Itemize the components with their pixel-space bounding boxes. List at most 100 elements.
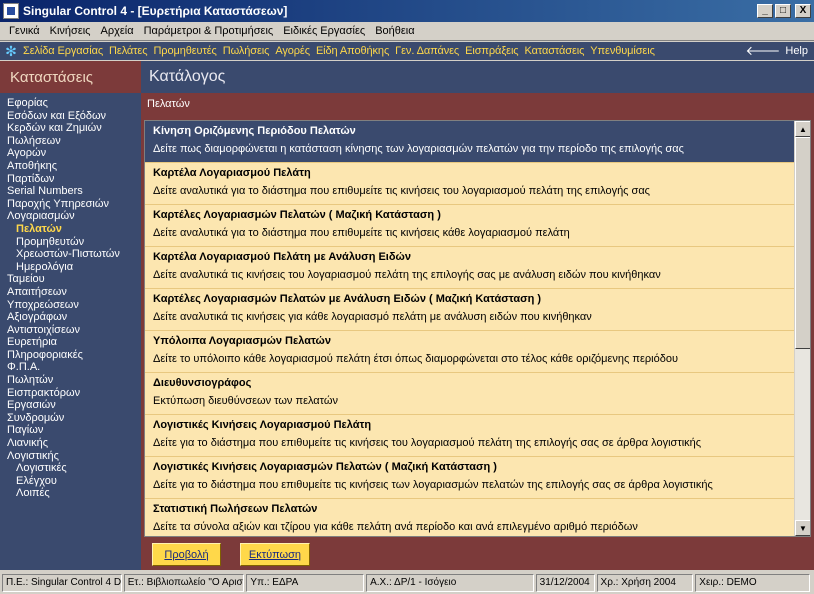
menu-help[interactable]: Βοήθεια bbox=[370, 25, 419, 37]
sidebar-item[interactable]: Πληροφοριακές bbox=[0, 349, 141, 362]
status-bar: Π.Ε.: Singular Control 4 DEM Ετ.: Βιβλιο… bbox=[0, 572, 814, 594]
sidebar-item[interactable]: Λογαριασμών bbox=[0, 210, 141, 223]
report-item[interactable]: Καρτέλες Λογαριασμών Πελατών ( Μαζική Κα… bbox=[145, 205, 794, 247]
sidebar-item[interactable]: Λοιπές bbox=[0, 487, 141, 500]
nav-reminders[interactable]: Υπενθυμίσεις bbox=[587, 45, 657, 57]
menu-general[interactable]: Γενικά bbox=[4, 25, 45, 37]
snowflake-icon[interactable]: ✻ bbox=[2, 42, 20, 60]
report-item[interactable]: Υπόλοιπα Λογαριασμών Πελατών Δείτε το υπό… bbox=[145, 331, 794, 373]
section-label: Πελατών bbox=[141, 93, 814, 115]
nav-purchases[interactable]: Αγορές bbox=[272, 45, 313, 57]
report-title: Καρτέλες Λογαριασμών Πελατών με Ανάλυση … bbox=[153, 293, 542, 305]
report-list: Κίνηση Οριζόμενης Περιόδου Πελατών Δείτε … bbox=[145, 121, 794, 536]
sidebar-list: Εφορίας Εσόδων και Εξόδων Κερδών και Ζημιώ… bbox=[0, 93, 141, 500]
report-description: Δείτε το υπόλοιπο κάθε λογαριασμού πελάτ… bbox=[153, 353, 678, 365]
sidebar-item[interactable]: Ημερολόγια bbox=[0, 261, 141, 274]
sidebar-item[interactable]: Λιανικής bbox=[0, 437, 141, 450]
sidebar-item[interactable]: Ταμείου bbox=[0, 273, 141, 286]
view-button[interactable]: Προβολή bbox=[152, 543, 221, 566]
view-button-label: Προβολή bbox=[164, 548, 209, 561]
report-title: Διευθυνσιογράφος bbox=[153, 377, 252, 389]
scroll-thumb[interactable] bbox=[795, 137, 810, 349]
sidebar-item[interactable]: Πωλήσεων bbox=[0, 135, 141, 148]
menu-movements[interactable]: Κινήσεις bbox=[45, 25, 96, 37]
report-title: Καρτέλα Λογαριασμού Πελάτη bbox=[153, 167, 311, 179]
report-title: Κίνηση Οριζόμενης Περιόδου Πελατών bbox=[153, 125, 356, 137]
sidebar-item[interactable]: Απαιτήσεων bbox=[0, 286, 141, 299]
sidebar-item[interactable]: Παγίων bbox=[0, 424, 141, 437]
sidebar-item[interactable]: Λογιστικές bbox=[0, 462, 141, 475]
report-description: Δείτε τα σύνολα αξιών και τζίρου για κάθ… bbox=[153, 521, 638, 533]
report-item[interactable]: Λογιστικές Κινήσεις Λογαριασμών Πελατών … bbox=[145, 457, 794, 499]
sidebar-item[interactable]: Κερδών και Ζημιών bbox=[0, 122, 141, 135]
vertical-scrollbar[interactable]: ▲ ▼ bbox=[794, 121, 810, 536]
sidebar-item[interactable]: Εισπρακτόρων bbox=[0, 387, 141, 400]
sidebar-item[interactable]: Προμηθευτών bbox=[0, 236, 141, 249]
menu-special-tasks[interactable]: Ειδικές Εργασίες bbox=[278, 25, 370, 37]
report-description: Δείτε για το διάστημα που επιθυμείτε τις… bbox=[153, 479, 713, 491]
sidebar-item[interactable]: Χρεωστών-Πιστωτών bbox=[0, 248, 141, 261]
sidebar-item[interactable]: Φ.Π.Α. bbox=[0, 361, 141, 374]
sidebar-item[interactable]: Πωλητών bbox=[0, 374, 141, 387]
sidebar-item[interactable]: Συνδρομών bbox=[0, 412, 141, 425]
nav-suppliers[interactable]: Προμηθευτές bbox=[150, 45, 219, 57]
sidebar-item[interactable]: Υποχρεώσεων bbox=[0, 299, 141, 312]
close-button[interactable]: X bbox=[795, 4, 811, 18]
scroll-down-button[interactable]: ▼ bbox=[795, 520, 810, 536]
arrow-left-icon[interactable]: 🡐 bbox=[746, 43, 781, 59]
report-description: Δείτε αναλυτικά τις κινήσεις του λογαρια… bbox=[153, 269, 661, 281]
sidebar-item[interactable]: Παροχής Υπηρεσιών bbox=[0, 198, 141, 211]
nav-receipts[interactable]: Εισπράξεις bbox=[462, 45, 521, 57]
sidebar-item[interactable]: Εφορίας bbox=[0, 97, 141, 110]
print-button-label: Εκτύπωση bbox=[248, 548, 302, 561]
sidebar-item[interactable]: Παρτίδων bbox=[0, 173, 141, 186]
module-nav-bar: ✻ Σελίδα Εργασίας Πελάτες Προμηθευτές Πω… bbox=[0, 42, 814, 60]
sidebar-item[interactable]: Serial Numbers bbox=[0, 185, 141, 198]
sidebar-item[interactable]: Εσόδων και Εξόδων bbox=[0, 110, 141, 123]
report-title: Καρτέλα Λογαριασμού Πελάτη με Ανάλυση Ει… bbox=[153, 251, 411, 263]
nav-customers[interactable]: Πελάτες bbox=[106, 45, 150, 57]
menu-files[interactable]: Αρχεία bbox=[95, 25, 138, 37]
sidebar-item[interactable]: Λογιστικής bbox=[0, 450, 141, 463]
nav-reports[interactable]: Καταστάσεις bbox=[522, 45, 588, 57]
report-item[interactable]: Καρτέλα Λογαριασμού Πελάτη Δείτε αναλυτικ… bbox=[145, 163, 794, 205]
app-icon[interactable] bbox=[3, 3, 19, 19]
report-list-container: Κίνηση Οριζόμενης Περιόδου Πελατών Δείτε … bbox=[144, 120, 811, 537]
sidebar-item[interactable]: Αγορών bbox=[0, 147, 141, 160]
status-branch: Υπ.: ΕΔΡΑ bbox=[246, 574, 365, 592]
sidebar-title: Καταστάσεις bbox=[0, 61, 141, 93]
report-item[interactable]: Καρτέλες Λογαριασμών Πελατών με Ανάλυση … bbox=[145, 289, 794, 331]
sidebar-item[interactable]: Εργασιών bbox=[0, 399, 141, 412]
report-title: Καρτέλες Λογαριασμών Πελατών ( Μαζική Κα… bbox=[153, 209, 441, 221]
scroll-up-button[interactable]: ▲ bbox=[795, 121, 810, 137]
help-link[interactable]: Help bbox=[785, 45, 808, 57]
menu-bar: Γενικά Κινήσεις Αρχεία Παράμετροι & Προτ… bbox=[0, 22, 814, 41]
report-title: Λογιστικές Κινήσεις Λογαριασμών Πελατών … bbox=[153, 461, 497, 473]
print-button[interactable]: Εκτύπωση bbox=[240, 543, 310, 566]
menu-parameters[interactable]: Παράμετροι & Προτιμήσεις bbox=[139, 25, 279, 37]
maximize-button[interactable]: □ bbox=[775, 4, 791, 18]
report-description: Δείτε για το διάστημα που επιθυμείτε τις… bbox=[153, 437, 702, 449]
nav-stock-items[interactable]: Είδη Αποθήκης bbox=[313, 45, 392, 57]
report-item[interactable]: Κίνηση Οριζόμενης Περιόδου Πελατών Δείτε … bbox=[145, 121, 794, 163]
sidebar-item[interactable]: Πελατών bbox=[0, 223, 141, 236]
sidebar-item[interactable]: Ελέγχου bbox=[0, 475, 141, 488]
nav-general-expenses[interactable]: Γεν. Δαπάνες bbox=[392, 45, 462, 57]
report-item[interactable]: Λογιστικές Κινήσεις Λογαριασμού Πελάτη Δε… bbox=[145, 415, 794, 457]
status-company-file: Π.Ε.: Singular Control 4 DEM bbox=[2, 574, 122, 592]
report-description: Δείτε αναλυτικά για το διάστημα που επιθ… bbox=[153, 185, 650, 197]
sidebar-item[interactable]: Ευρετήρια bbox=[0, 336, 141, 349]
nav-sales[interactable]: Πωλήσεις bbox=[220, 45, 273, 57]
report-item[interactable]: Στατιστική Πωλήσεων Πελατών Δείτε τα σύνο… bbox=[145, 499, 794, 536]
sidebar-item[interactable]: Αποθήκης bbox=[0, 160, 141, 173]
report-item[interactable]: Καρτέλα Λογαριασμού Πελάτη με Ανάλυση Ει… bbox=[145, 247, 794, 289]
report-item[interactable]: Διευθυνσιογράφος Εκτύπωση διευθύνσεων των… bbox=[145, 373, 794, 415]
sidebar-item[interactable]: Αντιστοιχίσεων bbox=[0, 324, 141, 337]
nav-workpage[interactable]: Σελίδα Εργασίας bbox=[20, 45, 106, 57]
status-warehouse: Α.Χ.: ΔΡ/1 - Ισόγειο bbox=[366, 574, 534, 592]
minimize-button[interactable]: _ bbox=[757, 4, 773, 18]
title-bar: Singular Control 4 - [Ευρετήρια Καταστάσ… bbox=[0, 0, 814, 22]
catalog-title: Κατάλογος bbox=[141, 61, 814, 93]
status-date: 31/12/2004 bbox=[535, 574, 595, 592]
sidebar-item[interactable]: Αξιογράφων bbox=[0, 311, 141, 324]
